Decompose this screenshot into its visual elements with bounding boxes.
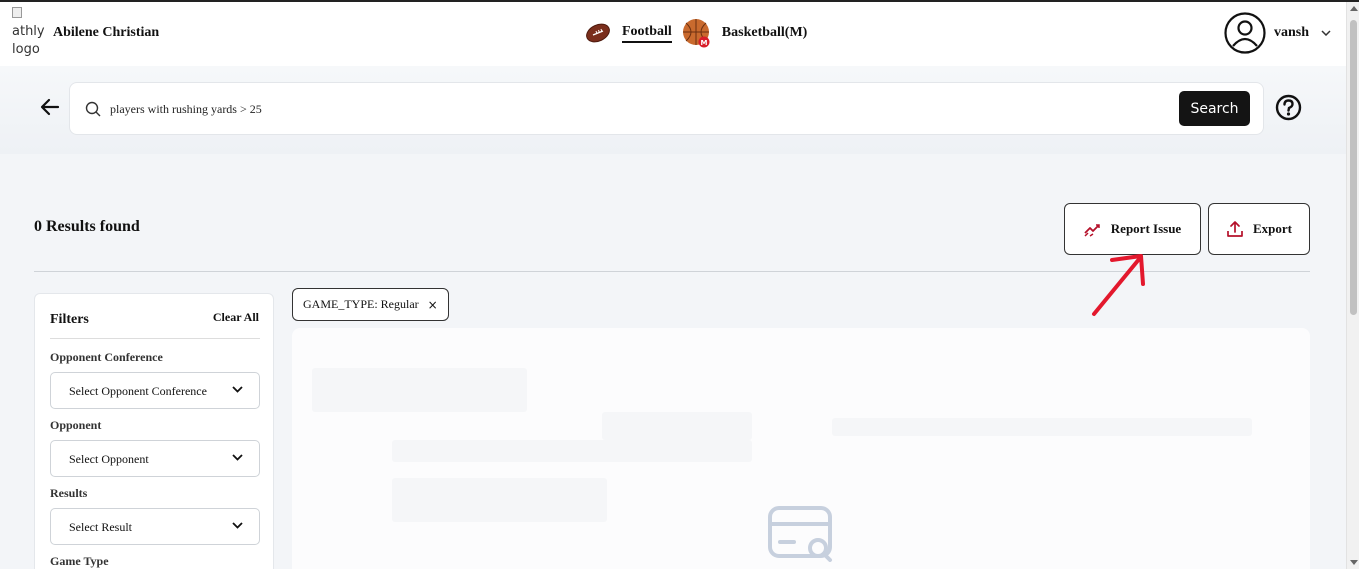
- placeholder-block: [312, 368, 527, 412]
- report-issue-button[interactable]: Report Issue: [1064, 203, 1201, 255]
- chevron-down-icon: [232, 386, 243, 393]
- vertical-scrollbar[interactable]: [1346, 2, 1359, 569]
- remove-chip-icon[interactable]: ×: [428, 298, 438, 312]
- chevron-down-icon: [1321, 30, 1331, 36]
- user-menu[interactable]: vansh: [1224, 12, 1331, 54]
- user-avatar-icon: [1224, 12, 1266, 54]
- tab-football-label: Football: [622, 24, 672, 43]
- chip-label: GAME_TYPE: Regular: [303, 297, 419, 311]
- help-icon[interactable]: [1275, 94, 1302, 121]
- opponent-conference-select[interactable]: Select Opponent Conference: [50, 372, 260, 409]
- search-input[interactable]: [110, 97, 1160, 121]
- placeholder-block: [392, 478, 607, 522]
- search-icon: [85, 101, 101, 117]
- active-filter-chip: GAME_TYPE: Regular ×: [292, 288, 449, 321]
- placeholder-block: [602, 412, 752, 440]
- export-label: Export: [1253, 221, 1292, 236]
- scrollbar-thumb[interactable]: [1350, 20, 1357, 315]
- filters-panel: Filters Clear All Opponent Conference Se…: [34, 293, 274, 569]
- tab-football[interactable]: Football: [584, 21, 672, 45]
- search-button[interactable]: Search: [1179, 91, 1250, 126]
- results-empty-state: [292, 328, 1310, 569]
- export-upload-icon: [1227, 221, 1243, 237]
- scroll-up-arrow-icon[interactable]: [1350, 6, 1358, 11]
- clear-all-button[interactable]: Clear All: [213, 310, 259, 325]
- chevron-down-icon: [232, 522, 243, 529]
- filter-label-opponent: Opponent: [50, 418, 102, 432]
- filter-label-game-type: Game Type: [50, 554, 109, 568]
- scroll-down-arrow-icon[interactable]: [1350, 560, 1358, 565]
- results-select[interactable]: Select Result: [50, 508, 260, 545]
- results-count: 0 Results found: [34, 218, 140, 235]
- chevron-down-icon: [232, 454, 243, 461]
- placeholder-block: [392, 440, 752, 462]
- select-placeholder: Select Result: [69, 520, 132, 534]
- svg-text:M: M: [700, 39, 707, 47]
- back-arrow-icon[interactable]: [40, 98, 60, 116]
- filters-divider: [50, 338, 260, 339]
- filters-title: Filters: [50, 312, 89, 327]
- organization-name: Abilene Christian: [53, 25, 160, 40]
- select-placeholder: Select Opponent: [69, 452, 149, 466]
- report-issue-label: Report Issue: [1110, 221, 1182, 236]
- annotation-arrow: [1092, 254, 1145, 316]
- export-button[interactable]: Export: [1208, 203, 1310, 255]
- empty-results-icon: [768, 506, 832, 562]
- athly-logo[interactable]: athly logo: [12, 5, 48, 59]
- logo-alt-text: athly logo: [12, 24, 45, 57]
- search-section: Search: [0, 66, 1346, 154]
- basketball-icon: M: [682, 19, 710, 48]
- search-bar: Search: [69, 82, 1264, 135]
- top-navbar: athly logo Abilene Christian Football M …: [0, 2, 1346, 66]
- sport-tabs: Football M Basketball(M): [584, 18, 817, 48]
- tab-basketball-m[interactable]: M Basketball(M): [682, 18, 808, 48]
- filter-label-results: Results: [50, 486, 88, 500]
- filter-label-opponent-conference: Opponent Conference: [50, 350, 163, 364]
- username: vansh: [1274, 25, 1310, 40]
- placeholder-block: [832, 418, 1252, 436]
- select-placeholder: Select Opponent Conference: [69, 384, 207, 398]
- football-icon: [586, 23, 610, 43]
- tab-basketball-label: Basketball(M): [721, 25, 808, 40]
- report-chart-icon: [1084, 224, 1100, 237]
- opponent-select[interactable]: Select Opponent: [50, 440, 260, 477]
- broken-image-icon: [12, 7, 22, 18]
